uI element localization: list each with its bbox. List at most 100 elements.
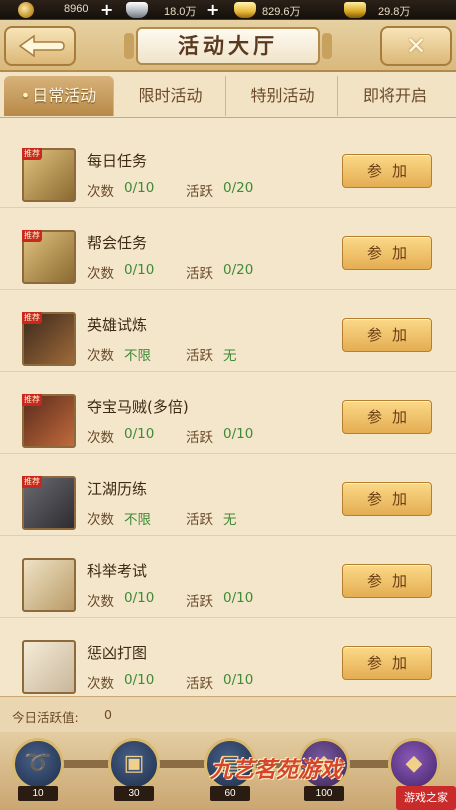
coin-value: 8960 <box>64 3 89 15</box>
purple-chest-icon: ◆ <box>405 751 423 776</box>
activity-value: 0/10 <box>223 426 254 442</box>
activity-name: 惩凶打图 <box>87 644 148 662</box>
count-value: 0/10 <box>124 180 155 196</box>
list-item: 惩凶打图 次数 0/10 活跃 0/10 参加 <box>0 618 456 696</box>
today-activity-value: 0 <box>104 707 112 722</box>
gold-ingot-icon <box>234 2 256 18</box>
reward-threshold: 60 <box>210 786 250 801</box>
count-value: 0/10 <box>124 590 155 606</box>
reward-chest[interactable]: ➰ <box>12 738 64 790</box>
wanted-poster-icon <box>22 640 76 694</box>
whip-icon: ➰ <box>24 751 52 776</box>
bullet-icon: • <box>20 86 31 105</box>
currency-yuanbao: 29.8万 <box>344 2 444 18</box>
count-value: 0/10 <box>124 426 155 442</box>
activity-label: 活跃 <box>186 594 213 610</box>
page-title: 活动大厅 <box>124 27 332 65</box>
gold-value: 829.6万 <box>262 6 301 18</box>
count-label: 次数 <box>87 184 114 200</box>
coin-icon <box>18 2 34 18</box>
count-label: 次数 <box>87 348 114 364</box>
activity-label: 活跃 <box>186 512 213 528</box>
activity-label: 活跃 <box>186 676 213 692</box>
silver-icon <box>126 2 148 18</box>
tab-bar: • 日常活动 限时活动 特别活动 即将开启 <box>0 72 456 118</box>
reward-threshold: 100 <box>304 786 344 801</box>
reward-threshold: 30 <box>114 786 154 801</box>
currency-coin: 8960 + <box>16 0 113 19</box>
list-item: 科举考试 次数 0/10 活跃 0/10 参加 <box>0 536 456 618</box>
coin-add-button[interactable]: + <box>100 0 113 19</box>
join-button[interactable]: 参加 <box>342 564 432 598</box>
reward-chest[interactable]: ◆ <box>388 738 440 790</box>
count-label: 次数 <box>87 676 114 692</box>
list-item: 推荐 每日任务 次数 0/10 活跃 0/20 参加 <box>0 126 456 208</box>
activity-list[interactable]: 推荐 每日任务 次数 0/10 活跃 0/20 参加 推荐 帮会任务 次数 0/… <box>0 126 456 696</box>
count-value: 不限 <box>124 348 151 364</box>
activity-name: 帮会任务 <box>87 234 148 252</box>
join-button[interactable]: 参加 <box>342 482 432 516</box>
activity-name: 夺宝马贼(多倍) <box>87 398 189 416</box>
yuanbao-value: 29.8万 <box>378 6 411 18</box>
count-label: 次数 <box>87 266 114 282</box>
join-button[interactable]: 参加 <box>342 646 432 680</box>
join-button[interactable]: 参加 <box>342 318 432 352</box>
join-button[interactable]: 参加 <box>342 400 432 434</box>
activity-value: 0/20 <box>223 262 254 278</box>
close-button[interactable]: ✕ <box>380 26 452 66</box>
exam-scroll-icon <box>22 558 76 612</box>
activity-value: 0/10 <box>223 672 254 688</box>
today-activity-bar: 今日活跃值: 0 <box>0 696 456 732</box>
treasure-chest-icon: ▣ <box>123 751 145 776</box>
tab-limited[interactable]: 限时活动 <box>116 76 226 116</box>
count-value: 0/10 <box>124 672 155 688</box>
activity-label: 活跃 <box>186 184 213 200</box>
activity-value: 0/10 <box>223 590 254 606</box>
activity-value: 无 <box>223 348 237 364</box>
recommend-badge: 推荐 <box>22 230 42 242</box>
header: 活动大厅 ✕ <box>0 20 456 72</box>
activity-name: 每日任务 <box>87 152 148 170</box>
currency-gold: 829.6万 <box>234 2 334 18</box>
reward-chest[interactable]: ▣ <box>108 738 160 790</box>
tab-special[interactable]: 特别活动 <box>228 76 338 116</box>
count-value: 0/10 <box>124 262 155 278</box>
recommend-badge: 推荐 <box>22 476 42 488</box>
reward-threshold: 10 <box>18 786 58 801</box>
activity-value: 无 <box>223 512 237 528</box>
tab-limited-label: 限时活动 <box>138 86 203 105</box>
list-item: 推荐 江湖历练 次数 不限 活跃 无 参加 <box>0 454 456 536</box>
activity-value: 0/20 <box>223 180 254 196</box>
join-button[interactable]: 参加 <box>342 236 432 270</box>
back-arrow-icon <box>18 34 65 58</box>
count-label: 次数 <box>87 512 114 528</box>
join-button[interactable]: 参加 <box>342 154 432 188</box>
activity-name: 江湖历练 <box>87 480 148 498</box>
activity-label: 活跃 <box>186 430 213 446</box>
tab-daily-label: 日常活动 <box>32 86 97 105</box>
activity-name: 科举考试 <box>87 562 148 580</box>
count-label: 次数 <box>87 430 114 446</box>
tab-daily[interactable]: • 日常活动 <box>4 76 114 116</box>
silver-add-button[interactable]: + <box>206 0 219 19</box>
watermark: 九艺茗苑游戏 <box>210 757 343 783</box>
tab-special-label: 特别活动 <box>250 86 315 105</box>
list-item: 推荐 帮会任务 次数 0/10 活跃 0/20 参加 <box>0 208 456 290</box>
silver-value: 18.0万 <box>164 6 197 18</box>
list-item: 推荐 英雄试炼 次数 不限 活跃 无 参加 <box>0 290 456 372</box>
recommend-badge: 推荐 <box>22 394 42 406</box>
recommend-badge: 推荐 <box>22 148 42 160</box>
list-item: 推荐 夺宝马贼(多倍) 次数 0/10 活跃 0/10 参加 <box>0 372 456 454</box>
today-activity-label: 今日活跃值: <box>12 710 79 725</box>
back-button[interactable] <box>4 26 76 66</box>
site-logo: 游戏之家 <box>396 786 456 810</box>
yuanbao-icon <box>344 2 366 18</box>
activity-name: 英雄试炼 <box>87 316 148 334</box>
count-value: 不限 <box>124 512 151 528</box>
tab-upcoming[interactable]: 即将开启 <box>340 76 450 116</box>
tab-upcoming-label: 即将开启 <box>362 86 427 105</box>
count-label: 次数 <box>87 594 114 610</box>
close-icon: ✕ <box>405 32 427 60</box>
currency-silver: 18.0万 + <box>126 0 222 19</box>
currency-bar: 8960 + 18.0万 + 829.6万 29.8万 <box>0 0 456 20</box>
